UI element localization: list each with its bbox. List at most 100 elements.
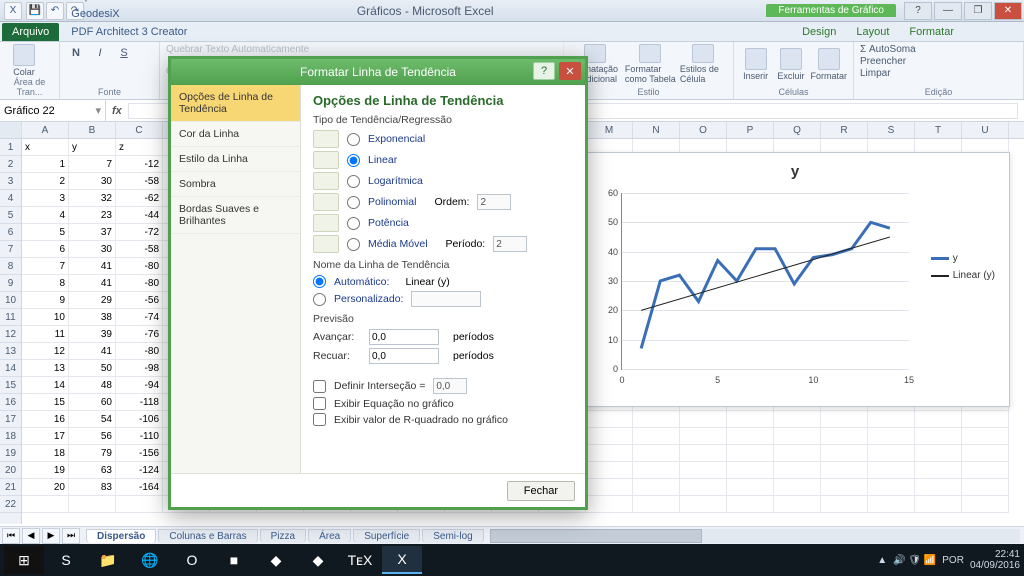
radio-moving-avg[interactable] <box>347 238 360 251</box>
cell[interactable] <box>915 479 962 496</box>
cell[interactable] <box>868 479 915 496</box>
taskbar-app-7[interactable]: ◆ <box>298 546 338 574</box>
cell[interactable]: -94 <box>116 377 163 394</box>
cell[interactable]: -12 <box>116 156 163 173</box>
cell[interactable] <box>962 411 1009 428</box>
cell[interactable] <box>69 496 116 513</box>
cell[interactable] <box>821 428 868 445</box>
chart-plot-area[interactable]: 0102030405060051015 <box>621 193 909 370</box>
cell[interactable]: 23 <box>69 207 116 224</box>
cell[interactable]: 56 <box>69 428 116 445</box>
paste-button[interactable]: Colar <box>6 44 42 77</box>
chart-series-y[interactable] <box>641 222 890 348</box>
cell[interactable] <box>821 462 868 479</box>
cell[interactable]: 9 <box>22 292 69 309</box>
dialog-side-estilo-da-linha[interactable]: Estilo da Linha <box>171 147 300 172</box>
sheet-nav-next[interactable]: ▶ <box>42 528 60 544</box>
fx-icon[interactable]: fx <box>112 105 122 117</box>
checkbox-show-r2[interactable] <box>313 413 326 426</box>
row-header-8[interactable]: 8 <box>0 258 21 275</box>
cell[interactable]: 38 <box>69 309 116 326</box>
col-header-P[interactable]: P <box>727 122 774 138</box>
cell[interactable] <box>633 496 680 513</box>
radio-linear[interactable] <box>347 154 360 167</box>
taskbar-app-0[interactable]: ⊞ <box>4 546 44 574</box>
row-header-22[interactable]: 22 <box>0 496 21 513</box>
row-header-4[interactable]: 4 <box>0 190 21 207</box>
cell[interactable] <box>868 445 915 462</box>
tray-flag-icon[interactable]: ▲ <box>877 555 887 566</box>
chart-title[interactable]: y <box>591 163 999 180</box>
cell[interactable]: 39 <box>69 326 116 343</box>
dialog-side-cor-da-linha[interactable]: Cor da Linha <box>171 122 300 147</box>
row-header-16[interactable]: 16 <box>0 394 21 411</box>
cell[interactable]: -44 <box>116 207 163 224</box>
cell[interactable]: 3 <box>22 190 69 207</box>
tray-icons[interactable]: 🔊 🛡 📶 <box>893 555 936 566</box>
close-window-button[interactable]: ✕ <box>994 2 1022 20</box>
row-header-9[interactable]: 9 <box>0 275 21 292</box>
dialog-side-opções-de-linha-de-tendência[interactable]: Opções de Linha de Tendência <box>171 85 300 122</box>
row-header-3[interactable]: 3 <box>0 173 21 190</box>
cell[interactable]: z <box>116 139 163 156</box>
cell[interactable]: 41 <box>69 343 116 360</box>
hscroll-thumb[interactable] <box>490 529 702 543</box>
cell[interactable]: 41 <box>69 258 116 275</box>
col-header-O[interactable]: O <box>680 122 727 138</box>
cell[interactable]: -56 <box>116 292 163 309</box>
cell[interactable] <box>727 445 774 462</box>
underline-button[interactable]: S <box>114 44 134 62</box>
cell[interactable]: 14 <box>22 377 69 394</box>
dialog-close-button[interactable]: ✕ <box>559 62 581 80</box>
cell[interactable] <box>586 445 633 462</box>
cell[interactable]: -106 <box>116 411 163 428</box>
row-header-2[interactable]: 2 <box>0 156 21 173</box>
format-cells-button[interactable]: Formatar <box>810 44 847 84</box>
cell[interactable]: 15 <box>22 394 69 411</box>
cell[interactable] <box>586 496 633 513</box>
col-header-R[interactable]: R <box>821 122 868 138</box>
cell[interactable] <box>774 479 821 496</box>
taskbar-app-2[interactable]: 📁 <box>88 546 128 574</box>
italic-button[interactable]: I <box>90 44 110 62</box>
sheet-tab-superfície[interactable]: Superfície <box>353 529 420 543</box>
dialog-side-bordas-suaves-e-brilhantes[interactable]: Bordas Suaves e Brilhantes <box>171 197 300 234</box>
name-box[interactable]: ▾ <box>0 100 106 121</box>
cell[interactable]: 20 <box>22 479 69 496</box>
cell[interactable] <box>22 496 69 513</box>
cell[interactable]: 50 <box>69 360 116 377</box>
cell[interactable]: 29 <box>69 292 116 309</box>
cell[interactable]: -118 <box>116 394 163 411</box>
tray-clock[interactable]: 22:4104/09/2016 <box>970 549 1020 571</box>
cell[interactable]: 60 <box>69 394 116 411</box>
cell[interactable]: 7 <box>22 258 69 275</box>
col-header-U[interactable]: U <box>962 122 1009 138</box>
taskbar-app-3[interactable]: 🌐 <box>130 546 170 574</box>
row-header-12[interactable]: 12 <box>0 326 21 343</box>
cell[interactable] <box>774 496 821 513</box>
cell[interactable] <box>680 445 727 462</box>
cell[interactable] <box>727 428 774 445</box>
cell[interactable]: 11 <box>22 326 69 343</box>
autosum-button[interactable]: Σ AutoSoma <box>860 44 916 55</box>
taskbar-app-6[interactable]: ◆ <box>256 546 296 574</box>
cell[interactable]: 37 <box>69 224 116 241</box>
cell[interactable]: -80 <box>116 275 163 292</box>
cell[interactable]: 30 <box>69 241 116 258</box>
fill-button[interactable]: Preencher <box>860 56 906 67</box>
select-all-corner[interactable] <box>0 122 22 138</box>
chart-legend[interactable]: y Linear (y) <box>931 253 995 287</box>
sheet-nav-prev[interactable]: ◀ <box>22 528 40 544</box>
cell[interactable]: 30 <box>69 173 116 190</box>
help-button[interactable]: ? <box>904 2 932 20</box>
row-header-7[interactable]: 7 <box>0 241 21 258</box>
cell[interactable]: 7 <box>69 156 116 173</box>
cell[interactable] <box>774 411 821 428</box>
cell[interactable] <box>586 462 633 479</box>
row-header-14[interactable]: 14 <box>0 360 21 377</box>
cell[interactable] <box>868 496 915 513</box>
cell[interactable]: -58 <box>116 173 163 190</box>
cell[interactable] <box>727 411 774 428</box>
tray-language[interactable]: POR <box>942 555 964 566</box>
col-header-S[interactable]: S <box>868 122 915 138</box>
